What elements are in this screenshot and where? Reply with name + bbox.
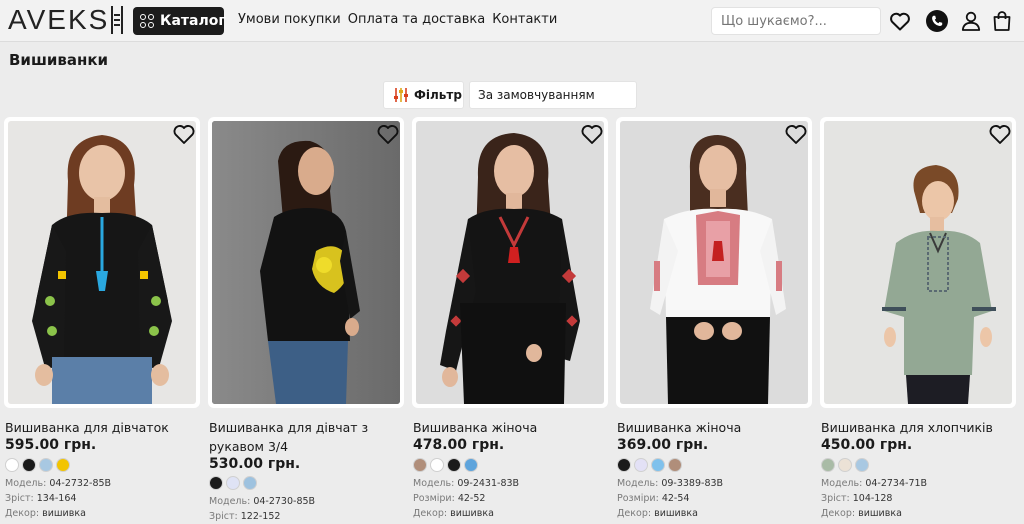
color-swatch[interactable] xyxy=(464,458,478,472)
color-swatch[interactable] xyxy=(634,458,648,472)
color-swatch[interactable] xyxy=(39,458,53,472)
product-price: 530.00 грн. xyxy=(209,456,301,472)
product-decor: Декор: вишивка xyxy=(821,508,902,519)
color-swatch[interactable] xyxy=(838,458,852,472)
phone-icon[interactable] xyxy=(925,9,949,33)
color-swatch[interactable] xyxy=(226,476,240,490)
product-name[interactable]: Вишиванка жіноча xyxy=(413,418,609,437)
color-swatch[interactable] xyxy=(447,458,461,472)
color-swatch[interactable] xyxy=(413,458,427,472)
product-card[interactable]: Вишиванка для дівчат з рукавом 3/4 530.0… xyxy=(208,117,404,524)
product-size: Розміри: 42-52 xyxy=(413,493,486,504)
color-swatch[interactable] xyxy=(209,476,223,490)
product-model: Модель: 09-2431-83В xyxy=(413,478,520,489)
product-photo-woman-white-blouse xyxy=(620,121,808,404)
nav-link-purchase-terms[interactable]: Умови покупки xyxy=(238,12,341,27)
product-size: Зріст: 104-128 xyxy=(821,493,893,504)
page-title: Вишиванки xyxy=(9,51,109,69)
main-nav: Умови покупки Оплата та доставка Контакт… xyxy=(238,12,557,27)
nav-link-payment-delivery[interactable]: Оплата та доставка xyxy=(348,12,485,27)
product-price: 595.00 грн. xyxy=(5,437,97,453)
product-size: Розміри: 42-54 xyxy=(617,493,690,504)
product-price: 478.00 грн. xyxy=(413,437,505,453)
filter-label: Фільтр xyxy=(414,88,462,102)
product-decor: Декор: вишивка xyxy=(413,508,494,519)
product-image[interactable] xyxy=(4,117,200,408)
favorite-heart-icon[interactable] xyxy=(988,123,1012,145)
filter-button[interactable]: Фільтр xyxy=(383,81,464,109)
product-size: Зріст: 134-164 xyxy=(5,493,77,504)
product-model: Модель: 04-2732-85В xyxy=(5,478,112,489)
filter-sliders-icon xyxy=(394,88,408,102)
color-swatch[interactable] xyxy=(22,458,36,472)
product-image[interactable] xyxy=(208,117,404,408)
color-swatch[interactable] xyxy=(668,458,682,472)
product-photo-boy-green-shirt xyxy=(824,121,1012,404)
wishlist-heart-icon[interactable] xyxy=(888,9,912,33)
product-image[interactable] xyxy=(820,117,1016,408)
site-logo[interactable]: AVEKS xyxy=(8,4,124,36)
catalog-grid-icon xyxy=(140,13,154,29)
product-card[interactable]: Вишиванка для дівчаток 595.00 грн. Модел… xyxy=(4,117,200,524)
product-model: Модель: 09-3389-83В xyxy=(617,478,724,489)
color-swatch[interactable] xyxy=(5,458,19,472)
shopping-bag-icon[interactable] xyxy=(990,9,1014,33)
favorite-heart-icon[interactable] xyxy=(172,123,196,145)
product-decor: Декор: вишивка xyxy=(617,508,698,519)
product-name[interactable]: Вишиванка для дівчаток xyxy=(5,418,201,437)
product-photo-girl-black-blouse xyxy=(8,121,196,404)
product-card[interactable]: Вишиванка для хлопчиків 450.00 грн. Моде… xyxy=(820,117,1016,524)
color-swatches xyxy=(5,458,70,472)
catalog-label: Каталог xyxy=(160,13,226,29)
logo-mark xyxy=(111,6,124,34)
color-swatch[interactable] xyxy=(430,458,444,472)
product-price: 450.00 грн. xyxy=(821,437,913,453)
product-model: Модель: 04-2730-85В xyxy=(209,496,316,507)
favorite-heart-icon[interactable] xyxy=(580,123,604,145)
color-swatch[interactable] xyxy=(243,476,257,490)
product-name[interactable]: Вишиванка для хлопчиків xyxy=(821,418,1017,437)
favorite-heart-icon[interactable] xyxy=(784,123,808,145)
product-decor: Декор: вишивка xyxy=(5,508,86,519)
product-photo-woman-black-blouse xyxy=(416,121,604,404)
color-swatches xyxy=(821,458,869,472)
color-swatches xyxy=(413,458,478,472)
product-model: Модель: 04-2734-71В xyxy=(821,478,928,489)
product-photo-girl-back-view xyxy=(212,121,400,404)
color-swatch[interactable] xyxy=(855,458,869,472)
color-swatch[interactable] xyxy=(617,458,631,472)
product-name[interactable]: Вишиванка жіноча xyxy=(617,418,813,437)
product-image[interactable] xyxy=(412,117,608,408)
catalog-button[interactable]: Каталог xyxy=(133,7,226,35)
color-swatches xyxy=(209,476,257,490)
color-swatch[interactable] xyxy=(56,458,70,472)
site-header: AVEKS Каталог Умови покупки Оплата та до… xyxy=(0,0,1024,42)
user-account-icon[interactable] xyxy=(959,9,983,33)
color-swatch[interactable] xyxy=(821,458,835,472)
color-swatch[interactable] xyxy=(651,458,665,472)
color-swatches xyxy=(617,458,682,472)
product-name[interactable]: Вишиванка для дівчат з рукавом 3/4 xyxy=(209,418,405,456)
nav-link-contacts[interactable]: Контакти xyxy=(492,12,557,27)
product-price: 369.00 грн. xyxy=(617,437,709,453)
sort-value: За замовчуванням xyxy=(478,88,595,102)
favorite-heart-icon[interactable] xyxy=(376,123,400,145)
product-card[interactable]: Вишиванка жіноча 478.00 грн. Модель: 09-… xyxy=(412,117,608,524)
product-card[interactable]: Вишиванка жіноча 369.00 грн. Модель: 09-… xyxy=(616,117,812,524)
product-image[interactable] xyxy=(616,117,812,408)
search-input[interactable] xyxy=(711,7,881,35)
sort-select[interactable]: За замовчуванням xyxy=(469,81,637,109)
product-size: Зріст: 122-152 xyxy=(209,511,281,522)
